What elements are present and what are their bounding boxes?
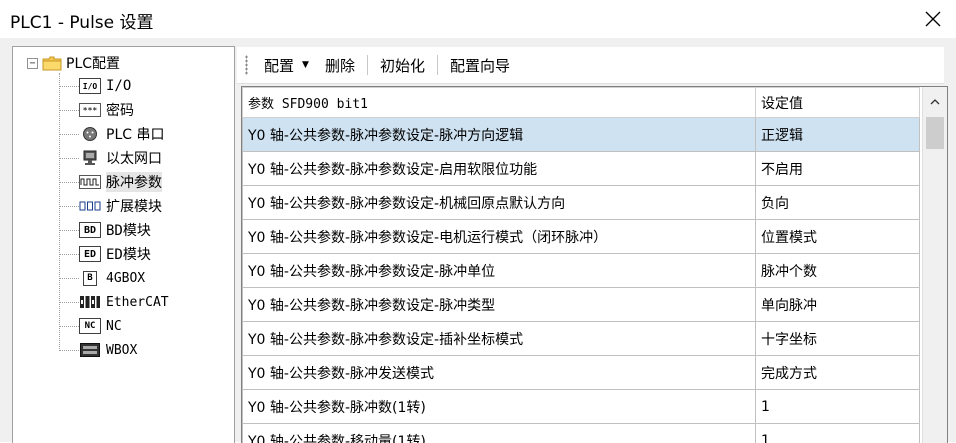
value-cell[interactable]: 正逻辑: [756, 118, 920, 152]
param-cell[interactable]: Y0 轴-公共参数-脉冲发送模式: [243, 356, 756, 390]
nc-icon: NC: [79, 318, 101, 334]
tree-item-wbox[interactable]: WBOX: [59, 339, 137, 361]
value-cell[interactable]: 负向: [756, 186, 920, 220]
header-value[interactable]: 设定值: [756, 88, 920, 118]
close-icon: [925, 11, 941, 27]
serial-port-icon: [79, 126, 101, 142]
value-cell[interactable]: 位置模式: [756, 220, 920, 254]
scroll-thumb[interactable]: [926, 117, 944, 149]
tree-item-bd-module[interactable]: BD BD模块: [59, 219, 151, 241]
4gbox-icon: B: [79, 270, 101, 286]
table-row[interactable]: Y0 轴-公共参数-脉冲参数设定-机械回原点默认方向 负向: [243, 186, 920, 220]
config-tree[interactable]: − PLC配置 I/O I/O *** 密码 PLC 串口 以太网口: [12, 46, 235, 443]
folder-icon: [42, 56, 62, 70]
title-bar: PLC1 - Pulse 设置: [0, 0, 956, 38]
grid-header-row: 参数 SFD900 bit1 设定值: [243, 88, 920, 118]
param-cell[interactable]: Y0 轴-公共参数-脉冲参数设定-电机运行模式（闭环脉冲）: [243, 220, 756, 254]
svg-text:***: ***: [83, 106, 98, 115]
value-cell[interactable]: 1: [756, 424, 920, 443]
tree-item-label: ED模块: [106, 244, 151, 264]
param-cell[interactable]: Y0 轴-公共参数-脉冲参数设定-脉冲单位: [243, 254, 756, 288]
tree-item-ed-module[interactable]: ED ED模块: [59, 243, 151, 265]
parameter-table: 参数 SFD900 bit1 设定值 Y0 轴-公共参数-脉冲参数设定-脉冲方向…: [242, 87, 920, 443]
table-row[interactable]: Y0 轴-公共参数-脉冲发送模式 完成方式: [243, 356, 920, 390]
tree-item-expansion[interactable]: 扩展模块: [59, 195, 162, 217]
param-cell[interactable]: Y0 轴-公共参数-脉冲参数设定-机械回原点默认方向: [243, 186, 756, 220]
parameter-grid[interactable]: 参数 SFD900 bit1 设定值 Y0 轴-公共参数-脉冲参数设定-脉冲方向…: [241, 86, 948, 443]
toolbar-separator: [367, 55, 368, 75]
tree-item-label: 扩展模块: [106, 196, 162, 216]
header-parameter[interactable]: 参数 SFD900 bit1: [243, 88, 756, 118]
dropdown-arrow-icon: ▼: [302, 60, 309, 70]
value-cell[interactable]: 单向脉冲: [756, 288, 920, 322]
collapse-icon[interactable]: −: [27, 58, 38, 69]
ethercat-icon: [79, 294, 101, 310]
expansion-module-icon: [79, 198, 101, 214]
tree-item-label: I/O: [106, 78, 131, 94]
left-edge: [0, 38, 7, 442]
toolbar-separator: [437, 55, 438, 75]
tree-item-io[interactable]: I/O I/O: [59, 75, 131, 97]
table-row[interactable]: Y0 轴-公共参数-脉冲参数设定-脉冲单位 脉冲个数: [243, 254, 920, 288]
config-dropdown-button[interactable]: 配置 ▼: [256, 55, 317, 76]
toolbar: 配置 ▼ 删除 初始化 配置向导: [237, 47, 944, 84]
param-cell[interactable]: Y0 轴-公共参数-脉冲参数设定-脉冲方向逻辑: [243, 118, 756, 152]
table-row[interactable]: Y0 轴-公共参数-移动量(1转) 1: [243, 424, 920, 443]
table-row[interactable]: Y0 轴-公共参数-脉冲参数设定-启用软限位功能 不启用: [243, 152, 920, 186]
tree-item-4gbox[interactable]: B 4GBOX: [59, 267, 145, 289]
tree-item-label: 密码: [106, 100, 134, 120]
vertical-scrollbar[interactable]: [922, 87, 947, 443]
wbox-icon: [79, 342, 101, 358]
header-parameter-label: 参数 SFD900 bit1: [248, 97, 368, 112]
scroll-up-button[interactable]: [923, 87, 947, 117]
table-row[interactable]: Y0 轴-公共参数-脉冲参数设定-插补坐标模式 十字坐标: [243, 322, 920, 356]
param-cell[interactable]: Y0 轴-公共参数-脉冲参数设定-插补坐标模式: [243, 322, 756, 356]
table-row[interactable]: Y0 轴-公共参数-脉冲数(1转) 1: [243, 390, 920, 424]
tree-item-label: 脉冲参数: [106, 172, 162, 192]
chevron-up-icon: [930, 99, 940, 105]
param-cell[interactable]: Y0 轴-公共参数-脉冲参数设定-启用软限位功能: [243, 152, 756, 186]
tree-item-label: BD模块: [106, 220, 151, 240]
tree-item-pulse-params[interactable]: 脉冲参数: [59, 171, 162, 193]
4gbox-icon-glyph: B: [83, 271, 97, 286]
tree-item-password[interactable]: *** 密码: [59, 99, 134, 121]
tree-item-label: 以太网口: [106, 148, 162, 168]
initialize-button[interactable]: 初始化: [372, 55, 433, 76]
tree-root-label: PLC配置: [66, 53, 120, 73]
tree-item-label: EtherCAT: [106, 295, 169, 310]
param-cell[interactable]: Y0 轴-公共参数-移动量(1转): [243, 424, 756, 443]
tree-item-label: WBOX: [106, 343, 137, 358]
ethernet-icon: [79, 150, 101, 166]
io-icon: I/O: [79, 78, 101, 94]
tree-item-nc[interactable]: NC NC: [59, 315, 122, 337]
value-cell[interactable]: 不启用: [756, 152, 920, 186]
value-cell[interactable]: 脉冲个数: [756, 254, 920, 288]
tree-item-plc-serial[interactable]: PLC 串口: [59, 123, 164, 145]
ed-module-icon: ED: [79, 246, 101, 262]
password-icon: ***: [79, 102, 101, 118]
param-cell[interactable]: Y0 轴-公共参数-脉冲数(1转): [243, 390, 756, 424]
value-cell[interactable]: 完成方式: [756, 356, 920, 390]
pulse-icon: [79, 174, 101, 190]
value-cell[interactable]: 1: [756, 390, 920, 424]
value-cell[interactable]: 十字坐标: [756, 322, 920, 356]
tree-root-plc-config[interactable]: − PLC配置: [27, 53, 120, 73]
bd-module-icon: BD: [79, 222, 101, 238]
param-cell[interactable]: Y0 轴-公共参数-脉冲参数设定-脉冲类型: [243, 288, 756, 322]
table-row[interactable]: Y0 轴-公共参数-脉冲参数设定-脉冲方向逻辑 正逻辑: [243, 118, 920, 152]
toolbar-grip[interactable]: [245, 55, 248, 75]
table-row[interactable]: Y0 轴-公共参数-脉冲参数设定-电机运行模式（闭环脉冲） 位置模式: [243, 220, 920, 254]
tree-item-label: 4GBOX: [106, 271, 145, 286]
delete-button[interactable]: 删除: [317, 55, 363, 76]
tree-item-ethercat[interactable]: EtherCAT: [59, 291, 169, 313]
tree-item-label: PLC 串口: [106, 124, 164, 144]
close-button[interactable]: [910, 0, 956, 38]
tree-item-ethernet[interactable]: 以太网口: [59, 147, 162, 169]
config-label: 配置: [264, 55, 294, 76]
tree-item-label: NC: [106, 319, 122, 334]
table-row[interactable]: Y0 轴-公共参数-脉冲参数设定-脉冲类型 单向脉冲: [243, 288, 920, 322]
window-title: PLC1 - Pulse 设置: [10, 8, 154, 33]
config-wizard-button[interactable]: 配置向导: [442, 55, 518, 76]
